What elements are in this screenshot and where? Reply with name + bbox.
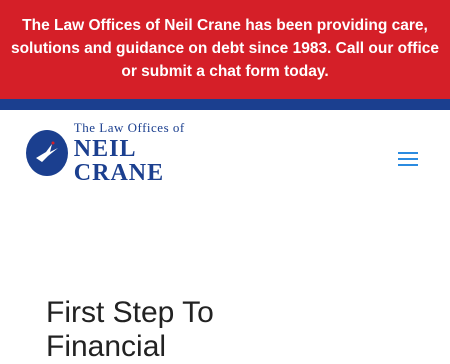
logo-subtitle: The Law Offices of: [73, 120, 185, 135]
heading-line: First Step To: [46, 296, 214, 329]
banner-line: or submit a chat form today.: [121, 63, 329, 80]
banner-line: The Law Offices of Neil Crane has been p…: [22, 17, 428, 34]
top-strip: [0, 99, 450, 110]
logo-title: NEIL CRANE: [73, 136, 165, 186]
banner-line: solutions and guidance on debt since 198…: [10, 40, 440, 57]
page-heading: First Step To Financial: [46, 296, 214, 364]
hamburger-icon[interactable]: [398, 152, 418, 166]
promo-banner: The Law Offices of Neil Crane has been p…: [0, 0, 450, 99]
heading-line: Financial: [46, 330, 167, 363]
crane-icon: [26, 130, 68, 176]
site-header: The Law Offices of NEIL CRANE: [0, 110, 450, 210]
site-logo[interactable]: The Law Offices of NEIL CRANE: [26, 121, 218, 185]
logo-text: The Law Offices of NEIL CRANE: [74, 121, 218, 185]
